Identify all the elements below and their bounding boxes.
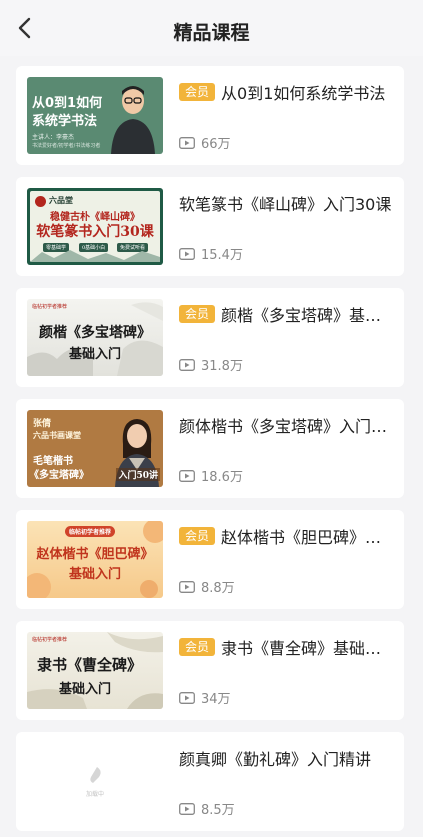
thumb-line3: 入门50讲: [116, 468, 160, 481]
thumb-tag: 临帖初学者推荐: [65, 526, 116, 537]
course-info: 颜体楷书《多宝塔碑》入门50讲 18.6万: [179, 413, 394, 485]
play-icon: [179, 358, 195, 371]
thumb-name: 张倩: [33, 419, 52, 429]
thumb-line1: 从0到1如何: [32, 96, 103, 111]
course-title: 隶书《曹全碑》基础入门: [221, 639, 394, 658]
thumb-line2: 基础入门: [68, 567, 121, 582]
thumb-brand: 六品书画课堂: [33, 430, 81, 440]
view-count: 8.5万: [179, 799, 235, 818]
view-count: 15.4万: [179, 244, 243, 263]
course-thumbnail: 加载中: [27, 743, 163, 820]
course-title: 从0到1如何系统学书法: [221, 84, 386, 103]
course-card[interactable]: 六品堂 稳健古朴《峄山碑》 软笔篆书入门30课 零基础学 0基础小白 免费试听看…: [16, 177, 404, 276]
thumb-line2: 系统学书法: [32, 114, 98, 129]
vip-badge: 会员: [179, 83, 216, 101]
view-count: 66万: [179, 133, 231, 152]
course-card[interactable]: 张倩 六品书画课堂 毛笔楷书 《多宝塔碑》 入门50讲 颜体楷书《多宝塔碑》入门…: [16, 399, 404, 498]
title-row: 会员 颜楷《多宝塔碑》基础入门: [179, 302, 394, 326]
course-title: 颜体楷书《多宝塔碑》入门50讲: [179, 417, 394, 436]
course-info: 会员 颜楷《多宝塔碑》基础入门 31.8万: [179, 302, 394, 374]
course-thumbnail: 从0到1如何 系统学书法 主讲人：李豪杰 书法爱好者/初学者/书法练习者: [27, 77, 163, 154]
thumb-line2: 基础入门: [59, 682, 112, 697]
title-row: 会员 从0到1如何系统学书法: [179, 80, 394, 104]
view-count-text: 15.4万: [201, 248, 243, 263]
page-title: 精品课程: [173, 22, 250, 44]
view-count-text: 34万: [201, 692, 231, 707]
thumb-line2: 基础入门: [68, 347, 121, 362]
thumb-line1: 赵体楷书《胆巴碑》: [36, 547, 154, 562]
thumb-line1: 隶书《曹全碑》: [37, 656, 143, 674]
thumb-tag: 临帖初学者推荐: [32, 637, 68, 643]
course-title: 赵体楷书《胆巴碑》基础入门: [221, 528, 394, 547]
course-info: 会员 从0到1如何系统学书法 66万: [179, 80, 394, 152]
course-card[interactable]: 临帖初学者推荐 赵体楷书《胆巴碑》 基础入门 会员 赵体楷书《胆巴碑》基础入门 …: [16, 510, 404, 609]
title-row: 会员 赵体楷书《胆巴碑》基础入门: [179, 524, 394, 548]
course-info: 颜真卿《勤礼碑》入门精讲 8.5万: [179, 746, 394, 818]
vip-badge: 会员: [179, 305, 216, 323]
thumb-line1: 颜楷《多宝塔碑》: [39, 325, 151, 341]
course-card[interactable]: 加载中 颜真卿《勤礼碑》入门精讲 8.5万: [16, 732, 404, 831]
play-icon: [179, 802, 195, 815]
view-count-text: 18.6万: [201, 470, 243, 485]
view-count-text: 8.8万: [201, 581, 235, 596]
view-count: 8.8万: [179, 577, 235, 596]
course-info: 软笔篆书《峄山碑》入门30课 15.4万: [179, 191, 394, 263]
view-count-text: 31.8万: [201, 359, 243, 374]
view-count-text: 66万: [201, 137, 231, 152]
play-icon: [179, 247, 195, 260]
course-list: 从0到1如何 系统学书法 主讲人：李豪杰 书法爱好者/初学者/书法练习者 会员 …: [16, 66, 404, 837]
vip-badge: 会员: [179, 638, 216, 656]
brand-seal: [35, 196, 46, 207]
course-title: 软笔篆书《峄山碑》入门30课: [179, 195, 392, 214]
course-thumbnail: 临帖初学者推荐 隶书《曹全碑》 基础入门: [27, 632, 163, 709]
course-thumbnail: 张倩 六品书画课堂 毛笔楷书 《多宝塔碑》 入门50讲: [27, 410, 163, 487]
view-count: 31.8万: [179, 355, 243, 374]
play-icon: [179, 580, 195, 593]
thumb-line2: 《多宝塔碑》: [29, 470, 89, 481]
teacher-portrait: [111, 86, 155, 154]
title-row: 颜体楷书《多宝塔碑》入门50讲: [179, 413, 394, 437]
loading-placeholder-icon: [90, 767, 101, 783]
course-info: 会员 隶书《曹全碑》基础入门 34万: [179, 635, 394, 707]
play-icon: [179, 691, 195, 704]
course-card[interactable]: 从0到1如何 系统学书法 主讲人：李豪杰 书法爱好者/初学者/书法练习者 会员 …: [16, 66, 404, 165]
view-count: 34万: [179, 688, 231, 707]
thumb-tag: 临帖初学者推荐: [32, 304, 68, 310]
thumb-placeholder: 加载中: [85, 791, 104, 798]
thumb-line1: 毛笔楷书: [33, 456, 73, 467]
view-count-text: 8.5万: [201, 803, 235, 818]
course-card[interactable]: 临帖初学者推荐 颜楷《多宝塔碑》 基础入门 会员 颜楷《多宝塔碑》基础入门 31…: [16, 288, 404, 387]
play-icon: [179, 469, 195, 482]
thumb-line2: 软笔篆书入门30课: [36, 224, 154, 240]
thumb-brand: 六品堂: [49, 195, 73, 205]
view-count: 18.6万: [179, 466, 243, 485]
thumb-speaker: 主讲人：李豪杰: [32, 134, 75, 141]
vip-badge: 会员: [179, 527, 216, 545]
course-thumbnail: 六品堂 稳健古朴《峄山碑》 软笔篆书入门30课 零基础学 0基础小白 免费试听看: [27, 188, 163, 265]
thumb-note: 书法爱好者/初学者/书法练习者: [32, 143, 101, 149]
course-thumbnail: 临帖初学者推荐 颜楷《多宝塔碑》 基础入门: [27, 299, 163, 376]
course-info: 会员 赵体楷书《胆巴碑》基础入门 8.8万: [179, 524, 394, 596]
course-thumbnail: 临帖初学者推荐 赵体楷书《胆巴碑》 基础入门: [27, 521, 163, 598]
course-card[interactable]: 临帖初学者推荐 隶书《曹全碑》 基础入门 会员 隶书《曹全碑》基础入门 34万: [16, 621, 404, 720]
mountain-decor: [30, 250, 160, 262]
top-nav-bar: 精品课程: [0, 0, 423, 56]
title-row: 颜真卿《勤礼碑》入门精讲: [179, 746, 394, 770]
course-title: 颜真卿《勤礼碑》入门精讲: [179, 750, 372, 769]
course-title: 颜楷《多宝塔碑》基础入门: [221, 306, 394, 325]
title-row: 软笔篆书《峄山碑》入门30课: [179, 191, 394, 215]
play-icon: [179, 136, 195, 149]
title-row: 会员 隶书《曹全碑》基础入门: [179, 635, 394, 659]
